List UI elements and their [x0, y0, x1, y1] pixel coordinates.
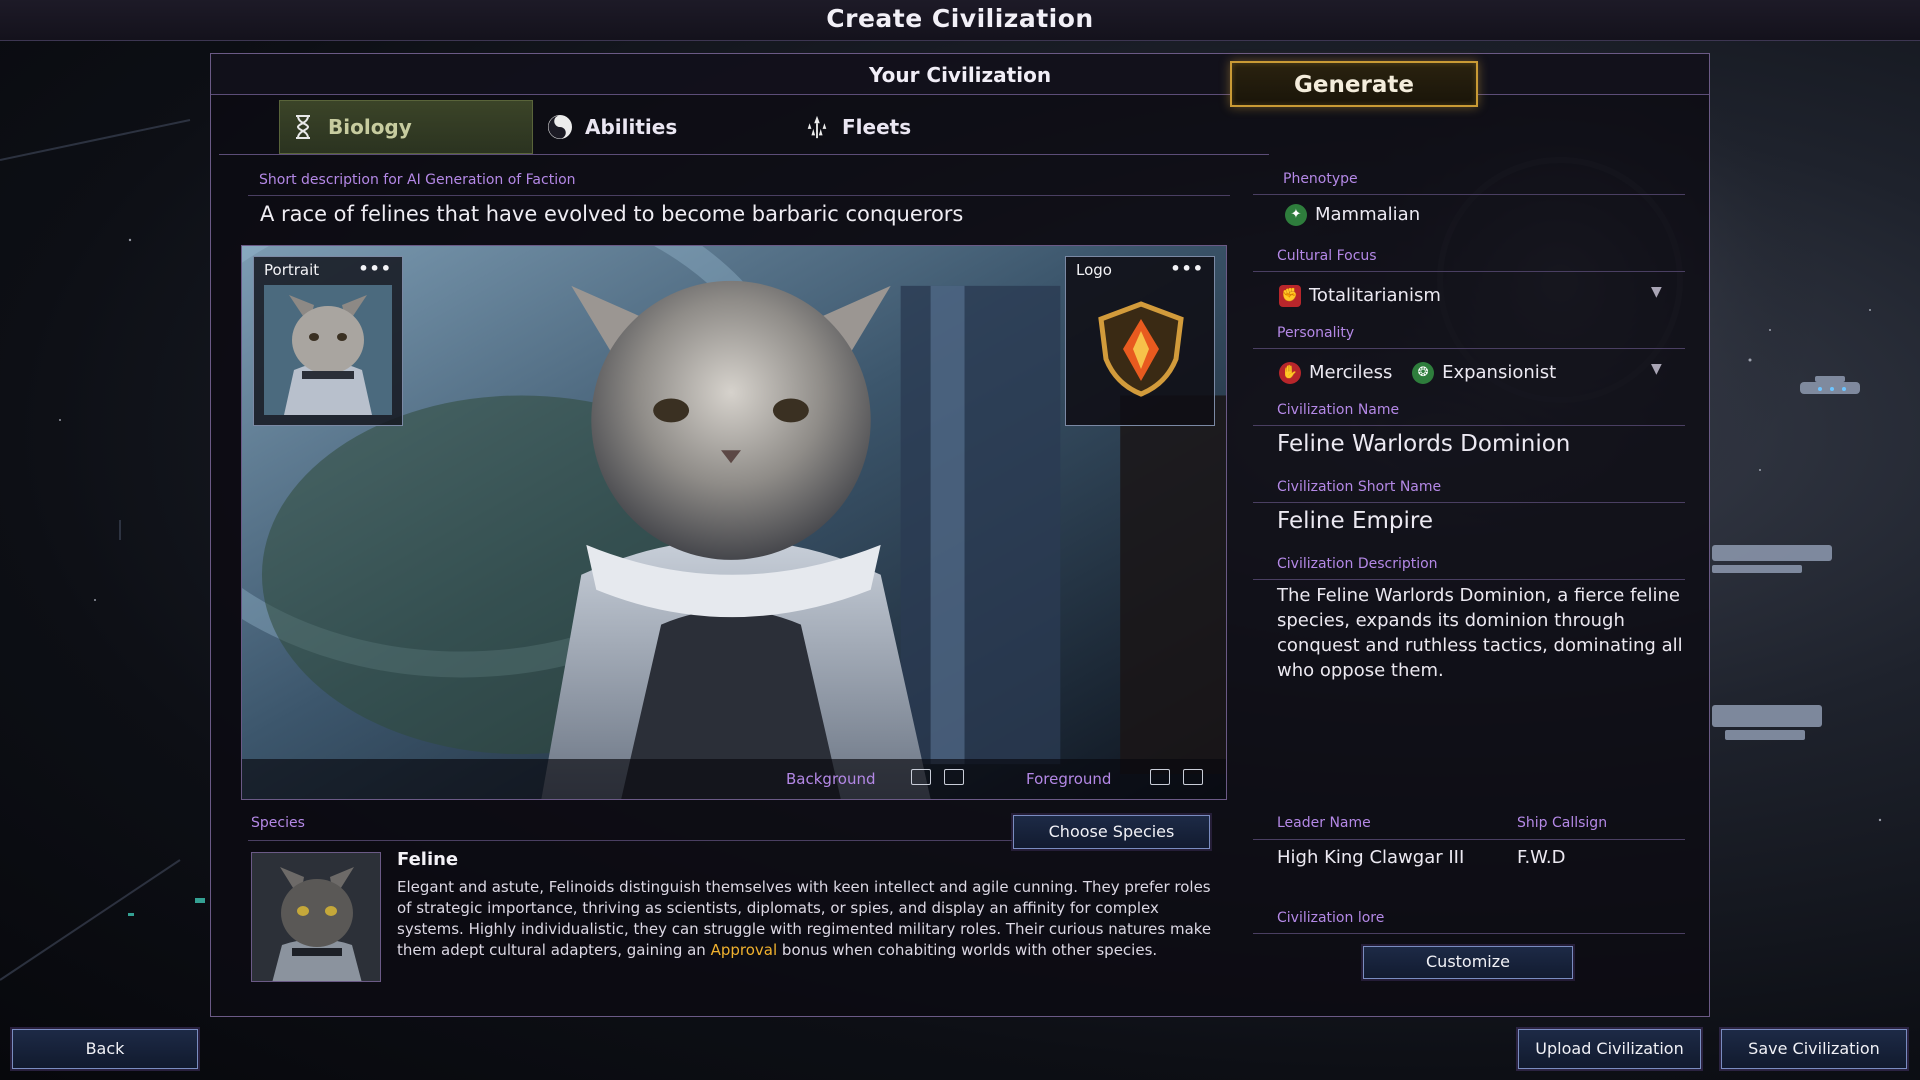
divider — [1253, 579, 1685, 580]
fist-icon: ✊ — [1279, 284, 1301, 307]
civilization-short-name-field[interactable]: Feline Empire — [1277, 508, 1433, 534]
title-bar: Create Civilization — [0, 0, 1920, 41]
cultural-focus-text: Totalitarianism — [1309, 285, 1441, 306]
approval-keyword[interactable]: Approval — [711, 941, 778, 959]
tab-abilities-label: Abilities — [585, 115, 678, 139]
species-description: Elegant and astute, Felinoids distinguis… — [397, 877, 1212, 961]
choose-species-button[interactable]: Choose Species — [1013, 815, 1210, 849]
expansion-icon: ❂ — [1412, 361, 1435, 384]
background-image-icon[interactable] — [944, 769, 964, 785]
portrait-menu-icon[interactable]: ••• — [358, 259, 392, 278]
divider — [1253, 348, 1685, 349]
tab-biology-label: Biology — [328, 115, 412, 139]
tab-bar: Biology Abilities Fleets — [219, 100, 1269, 155]
civilization-name-label: Civilization Name — [1277, 402, 1400, 418]
panel-header: Your Civilization — [211, 54, 1709, 95]
portrait-card[interactable]: Portrait ••• — [253, 256, 403, 426]
divider — [248, 195, 1230, 196]
logo-menu-icon[interactable]: ••• — [1170, 259, 1204, 278]
tab-abilities[interactable]: Abilities — [547, 100, 747, 154]
foreground-image-icon[interactable] — [1183, 769, 1203, 785]
leader-name-field[interactable]: High King Clawgar III — [1277, 847, 1464, 868]
logo-card[interactable]: Logo ••• — [1065, 256, 1215, 426]
species-description-end: bonus when cohabiting worlds with other … — [777, 941, 1158, 959]
species-label: Species — [251, 815, 305, 831]
fleet-ships-icon — [804, 114, 830, 140]
generate-button[interactable]: Generate — [1230, 61, 1478, 107]
divider — [1253, 425, 1685, 426]
tab-fleets[interactable]: Fleets — [804, 100, 1004, 154]
short-description-label: Short description for AI Generation of F… — [259, 172, 576, 188]
leader-name-label: Leader Name — [1277, 815, 1371, 831]
save-civilization-button[interactable]: Save Civilization — [1721, 1029, 1907, 1069]
foreground-randomize-icon[interactable] — [1150, 769, 1170, 785]
divider — [1253, 194, 1685, 195]
personality-label: Personality — [1277, 325, 1355, 341]
logo-label: Logo — [1076, 261, 1112, 279]
background-label: Background — [786, 770, 876, 788]
ship-callsign-label: Ship Callsign — [1517, 815, 1608, 831]
claw-icon: ✋ — [1279, 361, 1301, 384]
phenotype-text: Mammalian — [1315, 204, 1421, 225]
portrait-image — [264, 285, 392, 415]
cultural-focus-select[interactable]: ✊ Totalitarianism — [1279, 283, 1441, 307]
panel-title: Your Civilization — [868, 63, 1052, 87]
portrait-label: Portrait — [264, 261, 320, 279]
divider — [1253, 839, 1685, 840]
cultural-focus-label: Cultural Focus — [1277, 248, 1377, 264]
species-name: Feline — [397, 849, 459, 870]
foreground-label: Foreground — [1026, 770, 1112, 788]
phenotype-label: Phenotype — [1283, 171, 1358, 187]
personality-expansionist: Expansionist — [1442, 362, 1557, 383]
shield-emblem-icon — [1098, 301, 1184, 397]
divider — [248, 840, 1012, 841]
civilization-name-field[interactable]: Feline Warlords Dominion — [1277, 431, 1570, 457]
chevron-down-icon[interactable]: ▼ — [1651, 284, 1662, 300]
phenotype-value[interactable]: ✦ Mammalian — [1285, 202, 1420, 226]
back-button[interactable]: Back — [12, 1029, 198, 1069]
divider — [1253, 271, 1685, 272]
civilization-description-field[interactable]: The Feline Warlords Dominion, a fierce f… — [1277, 583, 1687, 683]
upload-civilization-button[interactable]: Upload Civilization — [1518, 1029, 1701, 1069]
short-description-field[interactable]: A race of felines that have evolved to b… — [260, 202, 963, 226]
yin-yang-icon — [547, 114, 573, 140]
divider — [1253, 933, 1685, 934]
mammal-icon: ✦ — [1285, 203, 1307, 226]
chevron-down-icon[interactable]: ▼ — [1651, 361, 1662, 377]
species-image — [251, 852, 381, 982]
divider — [1253, 502, 1685, 503]
tab-fleets-label: Fleets — [842, 115, 912, 139]
personality-select[interactable]: ✋ Merciless ❂ Expansionist — [1279, 360, 1556, 384]
personality-merciless: Merciless — [1309, 362, 1393, 383]
customize-button[interactable]: Customize — [1363, 946, 1573, 979]
civilization-description-label: Civilization Description — [1277, 556, 1438, 572]
tab-biology[interactable]: Biology — [279, 100, 533, 154]
hourglass-icon — [290, 114, 316, 140]
civilization-short-name-label: Civilization Short Name — [1277, 479, 1442, 495]
civilization-lore-label: Civilization lore — [1277, 910, 1385, 926]
ship-callsign-field[interactable]: F.W.D — [1517, 847, 1566, 868]
background-randomize-icon[interactable] — [911, 769, 931, 785]
window-title: Create Civilization — [826, 4, 1094, 33]
